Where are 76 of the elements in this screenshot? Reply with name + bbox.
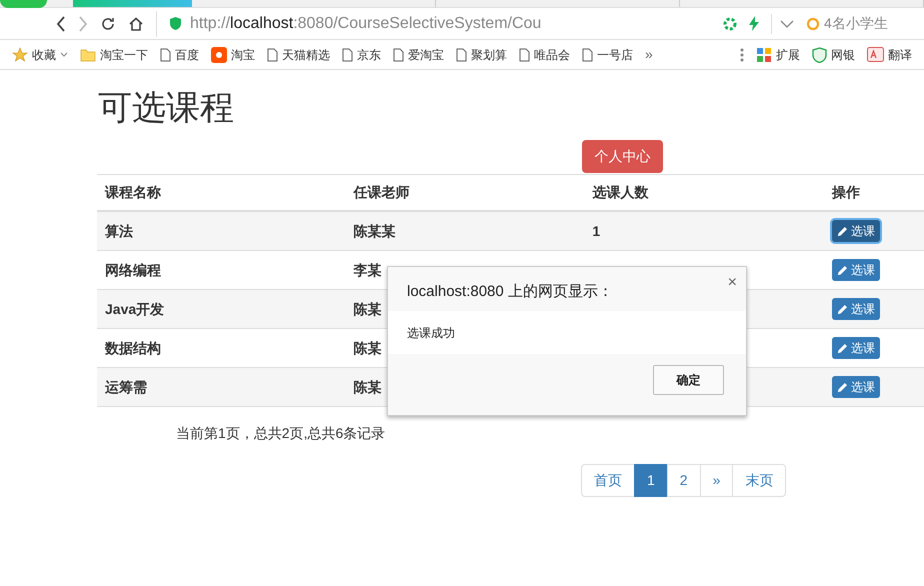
reload-icon[interactable] [100,16,116,32]
dialog-message: 选课成功 [407,324,455,342]
shield-icon [812,46,827,62]
bookmark-item[interactable]: 唯品会 [519,46,570,64]
home-icon[interactable] [128,16,144,32]
pagination-link[interactable]: 末页 [732,464,786,497]
column-header: 任课老师 [354,184,410,200]
table-cell: 陈某 [354,378,382,394]
page-title: 可选课程 [98,88,235,128]
page-icon [519,48,530,62]
table-cell: 算法 [105,222,133,238]
bookmark-item[interactable]: 收藏 [12,46,68,64]
column-header: 课程名称 [105,184,161,200]
bookmark-item[interactable]: 京东 [342,46,381,64]
page-icon [393,48,404,62]
search-icon [806,16,820,30]
pencil-icon [837,226,848,236]
toolbar-item[interactable]: 扩展 [756,46,800,64]
personal-center-button[interactable]: 个人中心 [582,140,663,173]
forward-icon[interactable] [78,16,88,32]
bookmark-item[interactable]: 聚划算 [456,46,507,64]
shield-icon [169,16,182,31]
pencil-icon [837,264,848,276]
bookmark-item[interactable]: 淘宝一下 [80,46,148,64]
lightning-icon [749,16,759,31]
table-cell: 运筹需 [105,378,147,394]
caret-icon [60,52,68,57]
table-cell: 1 [592,222,600,238]
table-cell: 陈某 [354,300,382,316]
bookmark-item[interactable]: 一号店 [582,46,633,64]
menu-dots-icon[interactable] [740,48,744,62]
pencil-icon [837,382,848,392]
pencil-icon [837,304,848,314]
pagination-link[interactable]: 2 [666,464,701,497]
caret-icon[interactable] [780,20,794,28]
select-course-button[interactable]: 选课 [832,337,880,359]
pagination-summary: 当前第1页，总共2页,总共6条记录 [176,424,386,443]
page-icon [456,48,467,62]
column-header: 操作 [832,184,860,200]
table-cell: 陈某某 [354,222,396,238]
table-cell: 网络编程 [105,262,161,278]
page-icon [342,48,353,62]
table-cell: Java开发 [105,300,164,316]
page-icon [267,48,278,62]
folder-icon [80,48,96,62]
more-bookmarks-button[interactable]: » [645,44,653,65]
table-cell: 李某 [354,262,382,278]
apps-icon [756,46,772,62]
pagination-link[interactable]: 首页 [581,464,635,497]
pencil-icon [837,342,848,354]
table-cell: 陈某 [354,340,382,356]
back-icon[interactable] [56,16,66,32]
page-icon [582,48,593,62]
select-course-button[interactable]: 选课 [832,259,880,281]
close-button[interactable]: × [728,275,737,291]
toolbar-item[interactable]: 翻译 [867,46,912,64]
column-header: 选课人数 [592,184,648,200]
bookmark-item[interactable]: 天猫精选 [267,46,330,64]
ok-button[interactable]: 确定 [653,365,724,395]
table-cell: 数据结构 [105,340,161,356]
dialog-title: localhost:8080 上的网页显示： [407,282,613,302]
select-course-button[interactable]: 选课 [832,298,880,320]
select-course-button[interactable]: 选课 [832,376,880,398]
bookmark-item[interactable]: 爱淘宝 [393,46,444,64]
loading-icon [723,16,737,30]
pagination-link[interactable]: » [700,464,734,497]
star-icon [12,46,28,62]
toolbar-item[interactable]: 网银 [812,46,855,64]
address-field[interactable]: http://localhost:8080/CourseSelectiveSystem/Cou [156,10,711,36]
page-icon [160,48,171,62]
translate-icon [867,47,884,62]
bookmark-item[interactable]: 百度 [160,46,199,64]
search-field[interactable]: 4名小学生 [806,13,916,34]
pagination-link[interactable]: 1 [634,464,668,497]
select-course-button[interactable]: 选课 [832,220,880,242]
bookmark-item[interactable]: 淘宝 [211,46,255,64]
